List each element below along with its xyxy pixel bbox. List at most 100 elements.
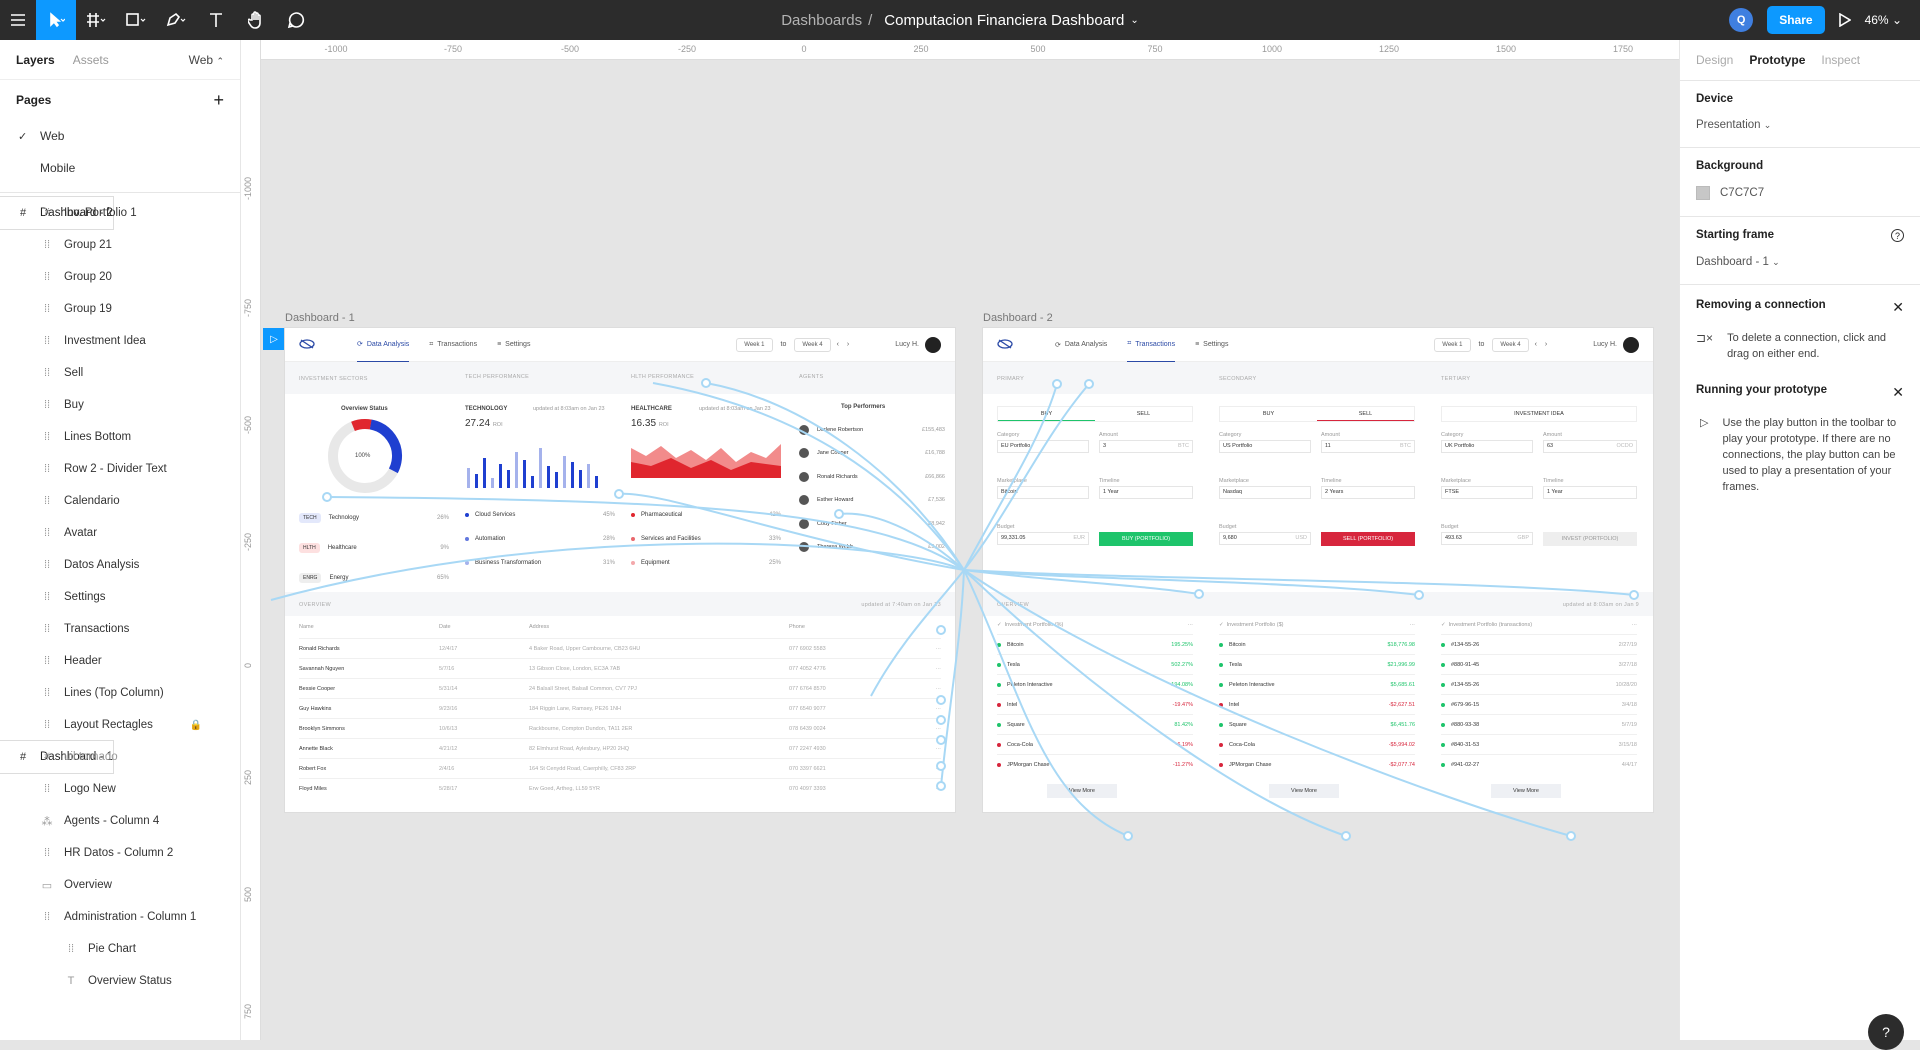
user-avatar[interactable]: Q <box>1729 8 1754 32</box>
tab-inspect[interactable]: Inspect <box>1821 53 1860 67</box>
action-button[interactable]: BUY (PORTFOLIO) <box>1099 532 1193 546</box>
comment-tool-icon[interactable] <box>276 0 316 40</box>
field-input[interactable]: 11 BTC <box>1321 440 1415 453</box>
breadcrumb-project[interactable]: Dashboards <box>781 12 862 29</box>
frame2-nav-data-analysis[interactable]: ⟳ Data Analysis <box>1055 341 1107 349</box>
portfolio-row[interactable]: Coca-Cola -6.19% <box>997 734 1193 754</box>
table-row[interactable]: Annette Black 4/21/12 82 Elmhurst Road, Ay… <box>299 738 941 758</box>
row-menu-icon[interactable]: ··· <box>936 759 942 779</box>
week-from[interactable]: Week 1 <box>736 337 773 352</box>
portfolio-row[interactable]: Tesla $21,996.99 <box>1219 654 1415 674</box>
frame-tool-icon[interactable] <box>76 0 116 40</box>
portfolio-row[interactable]: #941-02-27 4/4/17 <box>1441 754 1637 774</box>
row-menu-icon[interactable]: ··· <box>936 639 942 659</box>
portfolio-row[interactable]: Square $6,451.76 <box>1219 714 1415 734</box>
portfolio-row[interactable]: JPMorgan Chase -11.27% <box>997 754 1193 774</box>
starting-frame-select[interactable]: Dashboard - 1 ⌄ <box>1696 256 1904 268</box>
table-row[interactable]: Robert Fox 2/4/16 164 St Cenydd Road, Caer… <box>299 758 941 778</box>
breadcrumb-file[interactable]: Computacion Financiera Dashboard <box>884 12 1124 29</box>
panel-menu-icon[interactable]: ··· <box>1410 622 1416 628</box>
action-button[interactable]: INVEST (PORTFOLIO) <box>1543 532 1637 546</box>
trade-tab[interactable]: SELL <box>1095 407 1192 421</box>
portfolio-row[interactable]: Square 81.42% <box>997 714 1193 734</box>
prev-week-icon[interactable]: ‹ <box>1535 341 1537 348</box>
agent-row[interactable]: Cody Fisher £8,942 <box>799 512 945 536</box>
field-input[interactable]: 493.63 GBP <box>1441 532 1533 545</box>
portfolio-row[interactable]: Coca-Cola -$5,994.02 <box>1219 734 1415 754</box>
zoom-level[interactable]: 46% ⌄ <box>1865 13 1902 27</box>
trade-tab[interactable]: BUY <box>998 407 1095 421</box>
help-button[interactable]: ? <box>1868 1014 1904 1050</box>
layer-item[interactable]: ⁂ Agents - Column 4 <box>0 805 240 837</box>
frame1-nav-data-analysis[interactable]: ⟳ Data Analysis <box>357 328 410 362</box>
page-selector[interactable]: Web ⌃ <box>189 53 224 67</box>
hand-tool-icon[interactable] <box>236 0 276 40</box>
field-input[interactable]: FTSE <box>1441 486 1533 499</box>
tab-prototype[interactable]: Prototype <box>1749 53 1805 67</box>
frame1-nav-transactions[interactable]: ⌗ Transactions <box>429 341 477 349</box>
agent-row[interactable]: Esther Howard £7,536 <box>799 489 945 513</box>
layer-item[interactable]: ⁞⁞ Pie Chart <box>0 933 240 965</box>
avatar[interactable] <box>925 336 941 353</box>
week-to[interactable]: Week 4 <box>1492 337 1529 352</box>
table-row[interactable]: Ronald Richards 12/4/17 4 Baker Road, Uppe… <box>299 638 941 658</box>
chevron-down-icon[interactable]: ⌄ <box>1130 15 1138 26</box>
text-tool-icon[interactable] <box>196 0 236 40</box>
next-week-icon[interactable]: › <box>847 341 849 348</box>
layer-item[interactable]: T Overview Status <box>0 965 240 997</box>
layer-item[interactable]: ⁞⁞ Group 21 <box>0 229 240 261</box>
move-tool-icon[interactable] <box>36 0 76 40</box>
device-select[interactable]: Presentation ⌄ <box>1696 119 1904 131</box>
next-week-icon[interactable]: › <box>1545 341 1547 348</box>
add-page-icon[interactable]: + <box>213 90 224 111</box>
table-row[interactable]: Bessie Cooper 5/31/14 24 Balsall Street, B… <box>299 678 941 698</box>
avatar[interactable] <box>1623 336 1639 353</box>
portfolio-row[interactable]: #679-96-15 3/4/18 <box>1441 694 1637 714</box>
portfolio-row[interactable]: Bitcoin $18,776.98 <box>1219 634 1415 654</box>
view-more-button[interactable]: View More <box>1269 784 1339 798</box>
frame1-label[interactable]: Dashboard - 1 <box>285 312 355 324</box>
layer-item[interactable]: ⁞⁞ Group 20 <box>0 261 240 293</box>
row-menu-icon[interactable]: ··· <box>936 699 942 719</box>
sector-row[interactable]: ENRG Energy 65% <box>299 563 449 593</box>
field-input[interactable]: 3 BTC <box>1099 440 1193 453</box>
field-input[interactable]: 63 OCDO <box>1543 440 1637 453</box>
lock-icon[interactable]: 🔒 <box>190 720 202 731</box>
portfolio-row[interactable]: JPMorgan Chase -$2,077.74 <box>1219 754 1415 774</box>
portfolio-row[interactable]: Bitcoin 195.25% <box>997 634 1193 654</box>
pen-tool-icon[interactable] <box>156 0 196 40</box>
table-row[interactable]: Brooklyn Simmons 10/6/13 Rackbourne, Compt… <box>299 718 941 738</box>
portfolio-row[interactable]: Tesla 502.27% <box>997 654 1193 674</box>
close-icon[interactable]: ✕ <box>1892 299 1904 316</box>
row-menu-icon[interactable]: ··· <box>936 719 942 739</box>
agent-row[interactable]: Darlene Robertson £155,483 <box>799 418 945 442</box>
row-menu-icon[interactable]: ··· <box>936 779 942 799</box>
field-input[interactable]: Bitcoin <box>997 486 1089 499</box>
portfolio-row[interactable]: #840-31-53 3/15/18 <box>1441 734 1637 754</box>
prev-week-icon[interactable]: ‹ <box>837 341 839 348</box>
portfolio-row[interactable]: Intel -$2,627.51 <box>1219 694 1415 714</box>
tab-assets[interactable]: Assets <box>73 53 109 67</box>
table-row[interactable]: Savannah Nguyen 5/7/16 13 Gibson Close, Lo… <box>299 658 941 678</box>
field-input[interactable]: 1 Year <box>1099 486 1193 499</box>
tab-design[interactable]: Design <box>1696 53 1733 67</box>
week-to[interactable]: Week 4 <box>794 337 831 352</box>
portfolio-row[interactable]: #134-55-26 10/28/20 <box>1441 674 1637 694</box>
agent-row[interactable]: Jane Cooper £16,788 <box>799 442 945 466</box>
canvas[interactable]: -1000 -750 -500 -250 0 250 500 750 1000 1250 1500 1… <box>241 40 1679 1040</box>
week-from[interactable]: Week 1 <box>1434 337 1471 352</box>
present-play-icon[interactable] <box>1838 0 1851 40</box>
layer-item[interactable]: ⁞⁞ Group 19 <box>0 293 240 325</box>
field-input[interactable]: 9,680 USD <box>1219 532 1311 545</box>
layer-item[interactable]: ⁞⁞ Header <box>0 645 240 677</box>
layer-item[interactable]: ⁞⁞ Sell <box>0 357 240 389</box>
frame2-label[interactable]: Dashboard - 2 <box>983 312 1053 324</box>
layer-item[interactable]: ⁞⁞ Row 2 - Divider Text <box>0 453 240 485</box>
layer-item[interactable]: ⁞⁞ HR Datos - Column 2 <box>0 837 240 869</box>
layer-item[interactable]: ⁞⁞ Settings <box>0 581 240 613</box>
tab-layers[interactable]: Layers <box>16 53 55 67</box>
panel-menu-icon[interactable]: ··· <box>1188 622 1194 628</box>
action-button[interactable]: SELL (PORTFOLIO) <box>1321 532 1415 546</box>
field-input[interactable]: Nasdaq <box>1219 486 1311 499</box>
portfolio-row[interactable]: Peleton Interactive 194.08% <box>997 674 1193 694</box>
